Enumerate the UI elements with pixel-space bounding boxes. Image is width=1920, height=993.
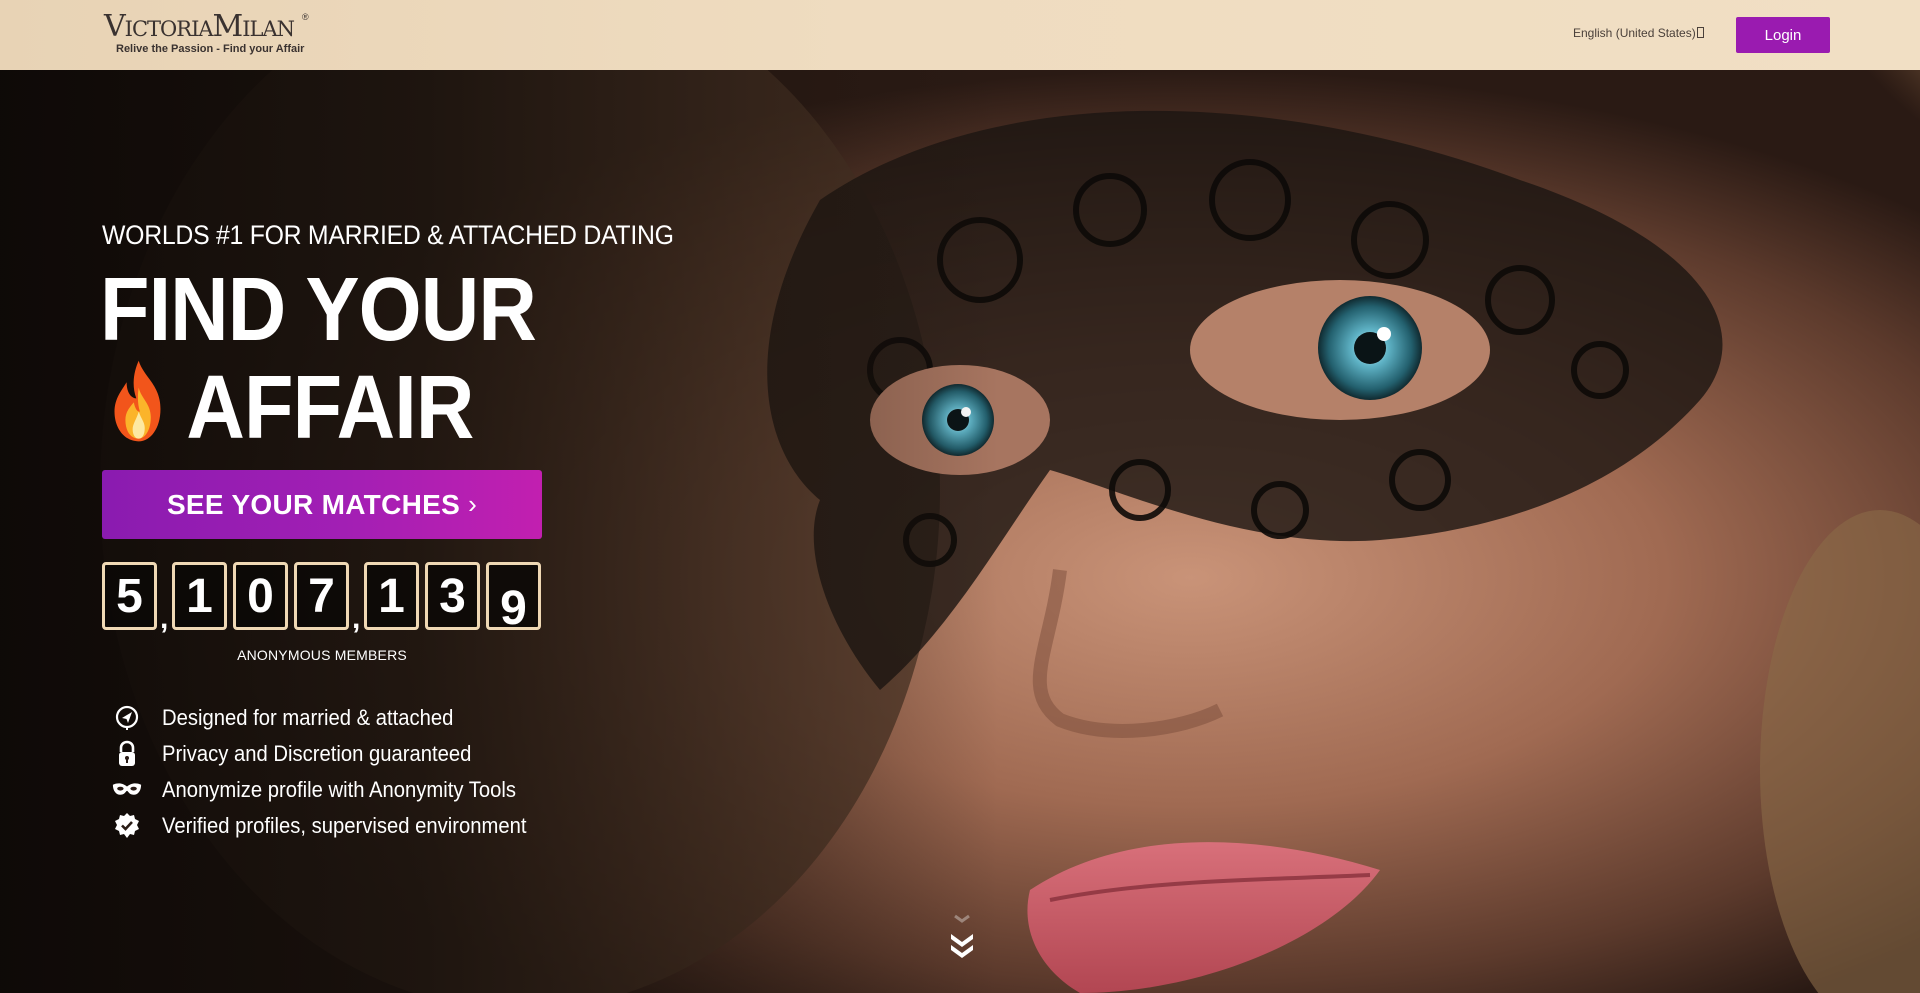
language-dropdown-icon [1696, 27, 1704, 38]
counter-separator: , [160, 602, 169, 635]
counter-digit: 9 [486, 562, 541, 635]
logo-wordmark: VictoriaMilan [104, 9, 295, 44]
fire-icon [114, 360, 161, 442]
feature-list: Designed for married & attached Privacy … [112, 700, 558, 844]
feature-item: Verified profiles, supervised environmen… [112, 808, 558, 844]
counter-label: ANONYMOUS MEMBERS [237, 647, 407, 663]
feature-text: Anonymize profile with Anonymity Tools [162, 777, 516, 802]
feature-text: Privacy and Discretion guaranteed [162, 741, 472, 766]
counter-digit: 7 [294, 562, 349, 630]
counter-separator: , [352, 602, 361, 635]
counter-digit: 5 [102, 562, 157, 630]
logo-registered-mark: ® [302, 12, 309, 22]
headline-line-2: AFFAIR [186, 358, 474, 458]
feature-item: Designed for married & attached [112, 700, 558, 736]
double-chevron-down-icon[interactable] [947, 912, 977, 964]
language-label: English (United States) [1573, 26, 1696, 40]
site-header: VictoriaMilan ® Relive the Passion - Fin… [0, 0, 1920, 70]
counter-digit: 1 [364, 562, 419, 630]
cta-label: SEE YOUR MATCHES [166, 488, 461, 520]
hero-tagline: WORLDS #1 FOR MARRIED & ATTACHED DATING [102, 220, 674, 250]
login-button[interactable]: Login [1736, 17, 1830, 53]
see-your-matches-button[interactable]: SEE YOUR MATCHES › [102, 470, 542, 539]
hero-headline: FIND YOUR AFFAIR [100, 260, 537, 456]
lock-icon [112, 739, 142, 769]
logo-tagline: Relive the Passion - Find your Affair [116, 43, 305, 55]
feature-item: Privacy and Discretion guaranteed [112, 736, 558, 772]
hero-section: WORLDS #1 FOR MARRIED & ATTACHED DATING … [0, 70, 1920, 993]
verified-check-icon [112, 811, 142, 841]
feature-text: Verified profiles, supervised environmen… [162, 813, 527, 838]
counter-digit: 1 [172, 562, 227, 630]
mask-icon [112, 775, 142, 805]
headline-line-2-wrapper: AFFAIR [100, 358, 536, 456]
logo[interactable]: VictoriaMilan ® Relive the Passion - Fin… [104, 10, 314, 60]
member-counter: 5 , 1 0 7 , 1 3 9 [102, 562, 542, 635]
counter-digit: 0 [233, 562, 288, 630]
counter-digit: 3 [425, 562, 480, 630]
chevron-right-icon: › [468, 489, 478, 519]
feature-text: Designed for married & attached [162, 705, 454, 730]
headline-line-1: FIND YOUR [100, 260, 537, 360]
language-selector[interactable]: English (United States) [1573, 26, 1704, 40]
feature-item: Anonymize profile with Anonymity Tools [112, 772, 558, 808]
location-arrow-icon [112, 703, 142, 733]
